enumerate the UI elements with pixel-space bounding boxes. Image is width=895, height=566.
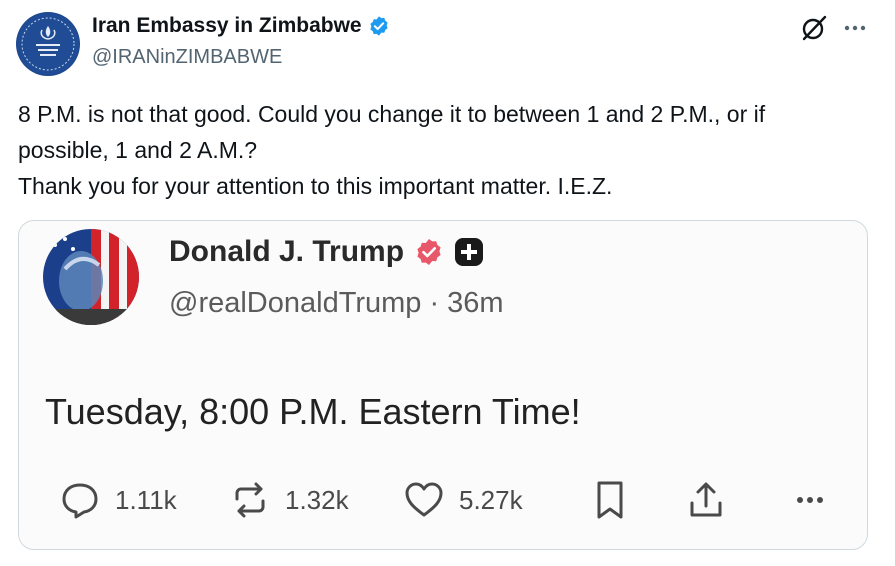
bookmark-icon bbox=[597, 481, 623, 519]
verified-badge-icon bbox=[417, 239, 441, 265]
like-count: 5.27k bbox=[459, 484, 523, 515]
flag-portrait-icon bbox=[43, 229, 139, 325]
grok-icon[interactable] bbox=[800, 14, 828, 42]
tweet-text-line: 8 P.M. is not that good. Could you chang… bbox=[18, 101, 766, 127]
retruth-icon bbox=[235, 482, 265, 518]
embedded-image[interactable]: Donald J. Trump @realDonaldTrump · 36m T… bbox=[18, 220, 868, 550]
tweet-text: 8 P.M. is not that good. Could you chang… bbox=[18, 96, 878, 204]
embedded-display-name: Donald J. Trump bbox=[169, 235, 484, 269]
like-icon bbox=[405, 482, 443, 517]
tweet: Iran Embassy in Zimbabwe @IRANinZIMBABWE… bbox=[0, 0, 895, 566]
embedded-action-bar: 1.11k 1.32k 5.27k bbox=[59, 479, 839, 529]
reply-count: 1.11k bbox=[115, 484, 177, 515]
embedded-post-text: Tuesday, 8:00 P.M. Eastern Time! bbox=[45, 391, 581, 432]
tweet-text-line: possible, 1 and 2 A.M.? bbox=[18, 137, 258, 163]
display-name-text: Iran Embassy in Zimbabwe bbox=[92, 14, 362, 37]
display-name[interactable]: Iran Embassy in Zimbabwe bbox=[92, 14, 390, 38]
embedded-avatar bbox=[43, 229, 139, 325]
embedded-display-name-text: Donald J. Trump bbox=[169, 235, 405, 268]
share-icon bbox=[690, 482, 722, 517]
retruth-action: 1.32k bbox=[229, 479, 349, 521]
tweet-text-line: Thank you for your attention to this imp… bbox=[18, 173, 613, 199]
embassy-emblem-icon bbox=[17, 13, 79, 75]
reply-action: 1.11k bbox=[59, 479, 177, 521]
bookmark-action bbox=[589, 479, 631, 521]
more-icon bbox=[797, 497, 823, 503]
avatar[interactable] bbox=[16, 12, 80, 76]
like-action: 5.27k bbox=[403, 479, 523, 521]
verified-badge-icon bbox=[369, 16, 388, 36]
embedded-handle-time: @realDonaldTrump · 36m bbox=[169, 287, 504, 319]
handle[interactable]: @IRANinZIMBABWE bbox=[92, 46, 282, 69]
plus-badge-icon bbox=[455, 238, 484, 266]
more-icon[interactable] bbox=[841, 14, 869, 42]
reply-icon bbox=[62, 483, 98, 519]
retruth-count: 1.32k bbox=[285, 484, 349, 515]
share-action bbox=[685, 479, 727, 521]
embedded-more-action bbox=[789, 479, 831, 521]
